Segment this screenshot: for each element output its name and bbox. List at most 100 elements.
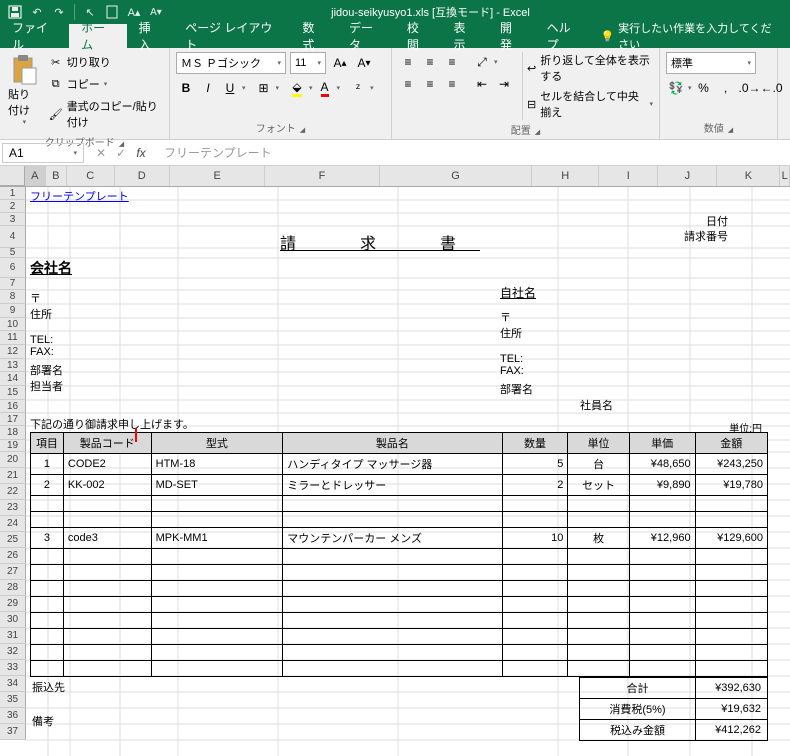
font-dec-icon[interactable]: A▾ [149, 5, 163, 19]
align-bottom-button[interactable]: ≡ [442, 52, 462, 72]
copy-button[interactable]: ⧉コピー ▾ [47, 74, 163, 94]
tab-formulas[interactable]: 数式 [290, 24, 337, 48]
orientation-button[interactable]: ⤢ [472, 52, 492, 72]
format-painter-button[interactable]: 🖌書式のコピー/貼り付け [47, 96, 163, 132]
employee-label: 社員名 [580, 397, 613, 413]
spreadsheet-grid[interactable]: ABCDEFGHIJKL 123456789101112131415161718… [0, 166, 790, 756]
table-row[interactable] [31, 565, 768, 581]
tab-help[interactable]: ヘルプ [535, 24, 593, 48]
border-button[interactable]: ⊞ [254, 78, 274, 98]
dept-label: 部署名 [30, 362, 63, 378]
tax-value: ¥19,632 [696, 699, 768, 720]
save-icon[interactable] [8, 5, 22, 19]
shrink-font-button[interactable]: A▾ [354, 53, 374, 73]
align-group-label: 配置 [511, 126, 531, 137]
table-row[interactable]: 1CODE2HTM-18ハンディタイプ マッサージ器5台¥48,650¥243,… [31, 454, 768, 475]
fill-color-button[interactable]: ⬙ [287, 78, 307, 98]
table-row[interactable] [31, 661, 768, 677]
template-link[interactable]: フリーテンプレート [30, 191, 129, 203]
tell-me[interactable]: 💡 実行したい作業を入力してください [592, 24, 790, 48]
font-color-button[interactable]: A [315, 78, 335, 98]
accounting-button[interactable]: 💱 [666, 78, 686, 98]
table-row[interactable]: 2KK-002MD-SETミラーとドレッサー2セット¥9,890¥19,780 [31, 475, 768, 496]
copy-icon: ⧉ [49, 77, 63, 91]
align-left-button[interactable]: ≡ [398, 74, 418, 94]
italic-button[interactable]: I [198, 78, 218, 98]
fax-label: FAX: [30, 346, 63, 358]
name-box[interactable]: A1▾ [2, 143, 84, 163]
font-group-label: フォント [256, 124, 296, 135]
self-name: 自社名 [500, 284, 613, 301]
tab-layout[interactable]: ページ レイアウト [173, 24, 290, 48]
number-format-select[interactable]: 標準▾ [666, 52, 756, 74]
dialog-launcher-icon[interactable]: ◢ [535, 128, 540, 136]
column-headers[interactable]: ABCDEFGHIJKL [0, 166, 790, 187]
addr-label: 住所 [30, 306, 63, 322]
paste-button[interactable]: 貼り付け ▾ [6, 52, 43, 132]
cancel-icon[interactable]: ✕ [92, 146, 110, 160]
formula-input[interactable]: フリーテンプレート [156, 142, 790, 163]
dec-decimal-button[interactable]: ←.0 [762, 78, 782, 98]
tab-view[interactable]: 表示 [441, 24, 488, 48]
table-row[interactable] [31, 645, 768, 661]
underline-button[interactable]: U [220, 78, 240, 98]
brush-icon: 🖌 [49, 107, 63, 121]
dialog-launcher-icon[interactable]: ◢ [300, 126, 305, 134]
table-row[interactable] [31, 629, 768, 645]
fx-icon[interactable]: fx [132, 146, 150, 160]
total-value: ¥392,630 [696, 678, 768, 699]
phonetic-button[interactable]: ᶻ [348, 78, 368, 98]
table-row[interactable] [31, 613, 768, 629]
comma-button[interactable]: , [716, 78, 736, 98]
align-right-button[interactable]: ≡ [442, 74, 462, 94]
table-row[interactable] [31, 512, 768, 528]
paste-label: 貼り付け [8, 86, 41, 118]
cursor-icon[interactable]: ↖ [83, 5, 97, 19]
font-inc-icon[interactable]: A▴ [127, 5, 141, 19]
undo-icon[interactable]: ↶ [30, 5, 44, 19]
new-icon[interactable] [105, 5, 119, 19]
table-row[interactable] [31, 597, 768, 613]
table-row[interactable]: 3code3MPK-MM1マウンテンパーカー メンズ10枚¥12,960¥129… [31, 528, 768, 549]
tab-dev[interactable]: 開発 [488, 24, 535, 48]
table-row[interactable] [31, 549, 768, 565]
doc-title: 請 求 書 [230, 226, 530, 258]
bold-button[interactable]: B [176, 78, 196, 98]
edit-cursor [135, 428, 137, 442]
tab-data[interactable]: データ [337, 24, 395, 48]
inc-decimal-button[interactable]: .0→ [740, 78, 760, 98]
indent-inc-button[interactable]: ⇥ [494, 74, 514, 94]
invoice-no-label: 請求番号 [684, 228, 728, 244]
ribbon-tabs: ファイル ホーム 挿入 ページ レイアウト 数式 データ 校閲 表示 開発 ヘル… [0, 24, 790, 48]
grow-font-button[interactable]: A▴ [330, 53, 350, 73]
wrap-icon: ↩ [527, 62, 536, 75]
total-label: 合計 [580, 678, 696, 699]
company-name: 会社名 [30, 260, 72, 276]
dialog-launcher-icon[interactable]: ◢ [728, 126, 733, 134]
table-row[interactable] [31, 581, 768, 597]
transfer-label: 振込先 [32, 679, 65, 695]
merge-center-button[interactable]: ⊟セルを結合して中央揃え ▾ [527, 88, 653, 120]
font-size-select[interactable]: 11▾ [290, 52, 326, 74]
align-top-button[interactable]: ≡ [398, 52, 418, 72]
tab-file[interactable]: ファイル [0, 24, 69, 48]
align-center-button[interactable]: ≡ [420, 74, 440, 94]
row-headers[interactable]: 1234567891011121314151617181920212223242… [0, 187, 26, 740]
tab-insert[interactable]: 挿入 [127, 24, 174, 48]
percent-button[interactable]: % [694, 78, 714, 98]
indent-dec-button[interactable]: ⇤ [472, 74, 492, 94]
align-middle-button[interactable]: ≡ [420, 52, 440, 72]
merge-icon: ⊟ [527, 98, 536, 111]
tax-label: 消費税(5%) [580, 699, 696, 720]
font-family-select[interactable]: ＭＳ Ｐゴシック▾ [176, 52, 286, 74]
tab-home[interactable]: ホーム [69, 24, 127, 48]
cut-button[interactable]: ✂切り取り [47, 52, 163, 72]
tel-label: TEL: [30, 334, 63, 346]
table-row[interactable] [31, 496, 768, 512]
invoice-table[interactable]: 項目製品コード型式製品名数量単位単価金額1CODE2HTM-18ハンディタイプ … [30, 432, 768, 677]
tab-review[interactable]: 校閲 [395, 24, 442, 48]
ribbon: 貼り付け ▾ ✂切り取り ⧉コピー ▾ 🖌書式のコピー/貼り付け クリップボード… [0, 48, 790, 140]
enter-icon[interactable]: ✓ [112, 146, 130, 160]
redo-icon[interactable]: ↷ [52, 5, 66, 19]
wrap-text-button[interactable]: ↩折り返して全体を表示する [527, 52, 653, 84]
